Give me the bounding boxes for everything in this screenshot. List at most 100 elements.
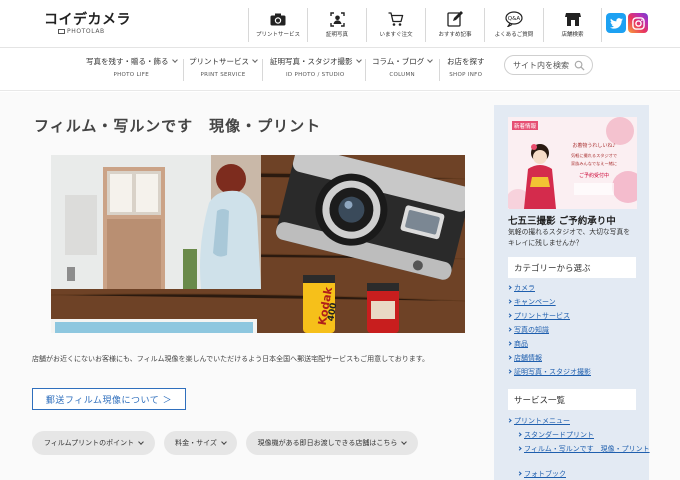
promo-title[interactable]: 七五三撮影 ご予約承り中 [508, 213, 616, 227]
nav-store-search-label: 店舗検索 [561, 32, 584, 38]
category-link-store-info[interactable]: 店舗情報 [507, 353, 542, 363]
pill-price-size[interactable]: 料金・サイズ [164, 431, 237, 455]
search-input[interactable] [513, 60, 575, 70]
category-link-label: カメラ [514, 284, 535, 292]
promo-text-4: ご予約受付中 [579, 172, 609, 179]
pill-film-print-points[interactable]: フィルムプリントのポイント [32, 431, 155, 455]
mail-film-developing-button[interactable]: 郵送フィルム現像について ＞ [32, 388, 186, 410]
camera-icon [269, 11, 287, 27]
twitter-icon [609, 17, 623, 29]
service-link-label: フィルム・写ルンです 現像・プリント [524, 445, 650, 453]
nav-recommended-label: おすすめ記事 [438, 32, 472, 38]
nav-print-service-label: プリントサービス [255, 32, 300, 38]
cat-shop-info-sub: SHOP INFO [449, 72, 483, 78]
nav-order-now[interactable]: いますぐ注文 [366, 8, 425, 42]
arrow-icon [507, 418, 512, 423]
faq-icon: Q&A [505, 11, 523, 27]
service-link-label: スタンダードプリント [524, 431, 594, 439]
cat-column[interactable]: コラム・ブログ COLUMN [372, 56, 434, 78]
arrow-icon [507, 327, 512, 332]
twitter-button[interactable] [606, 13, 626, 33]
promo-banner[interactable]: 新着情報 お着物うれしいね♪ 気軽に撮れるスタジオで 家族みんなでなえー緒に ご… [508, 117, 637, 209]
category-link-id-photo-studio[interactable]: 証明写真・スタジオ撮影 [507, 367, 591, 377]
service-heading: サービス一覧 [508, 389, 636, 410]
promo-text-1: お着物うれしいね♪ [572, 142, 615, 149]
search-icon[interactable] [574, 60, 585, 71]
cat-column-sub: COLUMN [389, 72, 415, 78]
category-link-print-service[interactable]: プリントサービス [507, 311, 570, 321]
nav-order-now-label: いますぐ注文 [379, 32, 413, 38]
chevron-down-icon [252, 57, 258, 63]
site-logo[interactable]: コイデカメラ PHOTOLAB [44, 9, 134, 39]
cat-photo-life-sub: PHOTO LIFE [113, 72, 150, 78]
nav-store-search[interactable]: 店舗検索 [543, 8, 602, 42]
cat-photo-life-label: 写真を残す・贈る・飾る [86, 57, 169, 66]
cat-print-service[interactable]: プリントサービス PRINT SERVICE [189, 56, 258, 78]
cat-print-service-sub: PRINT SERVICE [200, 72, 246, 78]
arrow-icon [507, 313, 512, 318]
logo-subtext: PHOTOLAB [58, 28, 105, 35]
page-title: フィルム・写ルンです 現像・プリント [34, 117, 322, 135]
chevron-down-icon [427, 57, 434, 63]
logo-text: コイデカメラ [44, 12, 131, 28]
chevron-down-icon [171, 57, 178, 63]
instagram-button[interactable] [628, 13, 648, 33]
category-link-photo-knowledge[interactable]: 写真の知識 [507, 325, 549, 335]
cat-photo-life[interactable]: 写真を残す・贈る・飾る PHOTO LIFE [86, 56, 178, 78]
category-link-label: キャンペーン [514, 298, 556, 306]
top-header: コイデカメラ PHOTOLAB プリントサービス 証明写真 いますぐ注文 おすす… [0, 0, 680, 48]
nav-faq[interactable]: Q&A よくあるご質問 [484, 8, 543, 42]
category-link-label: 商品 [514, 340, 528, 348]
category-link-campaign[interactable]: キャンペーン [507, 297, 556, 307]
promo-text-2: 気軽に撮れるスタジオで [571, 152, 617, 159]
category-link-label: 店舗情報 [514, 354, 542, 362]
site-search[interactable] [504, 55, 593, 75]
chevron-down-icon [221, 439, 227, 445]
cat-column-label: コラム・ブログ [372, 57, 425, 66]
instagram-icon [631, 16, 645, 30]
intro-description: 店舗がお近くにないお客様にも、フィルム現像を楽しんでいただけるよう日本全国へ郵送… [32, 355, 430, 363]
cat-id-photo-studio[interactable]: 証明写真・スタジオ撮影 ID PHOTO / STUDIO [270, 56, 362, 78]
nav-divider [365, 59, 366, 81]
cat-id-photo-studio-label: 証明写真・スタジオ撮影 [270, 57, 353, 66]
hero-image: Kodak 400 [51, 155, 465, 333]
category-link-label: プリントサービス [514, 312, 570, 320]
arrow-icon [507, 285, 512, 290]
nav-recommended[interactable]: おすすめ記事 [425, 8, 484, 42]
logo-camera-icon [58, 29, 65, 34]
arrow-icon [507, 369, 512, 374]
cat-shop-info[interactable]: お店を探す SHOP INFO [447, 56, 485, 78]
arrow-icon [507, 341, 512, 346]
nav-divider [439, 59, 440, 81]
service-link-film-developing[interactable]: フィルム・写ルンです 現像・プリント [517, 444, 650, 454]
category-link-camera[interactable]: カメラ [507, 283, 535, 293]
pill-film-print-points-label: フィルムプリントのポイント [43, 439, 135, 447]
store-icon [564, 11, 582, 27]
icon-nav: プリントサービス 証明写真 いますぐ注文 おすすめ記事 Q&A よくあるご質問 [248, 8, 602, 44]
arrow-icon [517, 471, 522, 476]
sidebar: 新着情報 お着物うれしいね♪ 気軽に撮れるスタジオで 家族みんなでなえー緒に ご… [494, 105, 650, 480]
arrow-icon [517, 446, 522, 451]
service-link-photobook[interactable]: フォトブック [517, 469, 566, 479]
nav-faq-label: よくあるご質問 [494, 32, 534, 38]
nav-id-photo[interactable]: 証明写真 [307, 8, 366, 42]
nav-print-service[interactable]: プリントサービス [248, 8, 307, 42]
category-link-label: 証明写真・スタジオ撮影 [514, 368, 591, 376]
category-link-label: 写真の知識 [514, 326, 549, 334]
service-link-standard-print[interactable]: スタンダードプリント [517, 430, 594, 440]
cat-print-service-label: プリントサービス [189, 57, 249, 66]
service-link-label: フォトブック [524, 470, 566, 478]
arrow-icon [507, 299, 512, 304]
cat-id-photo-studio-sub: ID PHOTO / STUDIO [285, 72, 345, 78]
pill-same-day-stores[interactable]: 現像機がある即日お渡しできる店舗はこちら [246, 431, 418, 455]
pencil-icon [446, 11, 464, 27]
service-link-label: プリントメニュー [514, 417, 570, 425]
logo-sub-label: PHOTOLAB [67, 28, 105, 35]
arrow-icon [507, 355, 512, 360]
arrow-icon [517, 432, 522, 437]
category-link-products[interactable]: 商品 [507, 339, 528, 349]
promo-badge: 新着情報 [514, 122, 537, 130]
service-link-print-menu[interactable]: プリントメニュー [507, 416, 570, 426]
cat-shop-info-label: お店を探す [447, 57, 485, 66]
chevron-down-icon [401, 439, 408, 445]
